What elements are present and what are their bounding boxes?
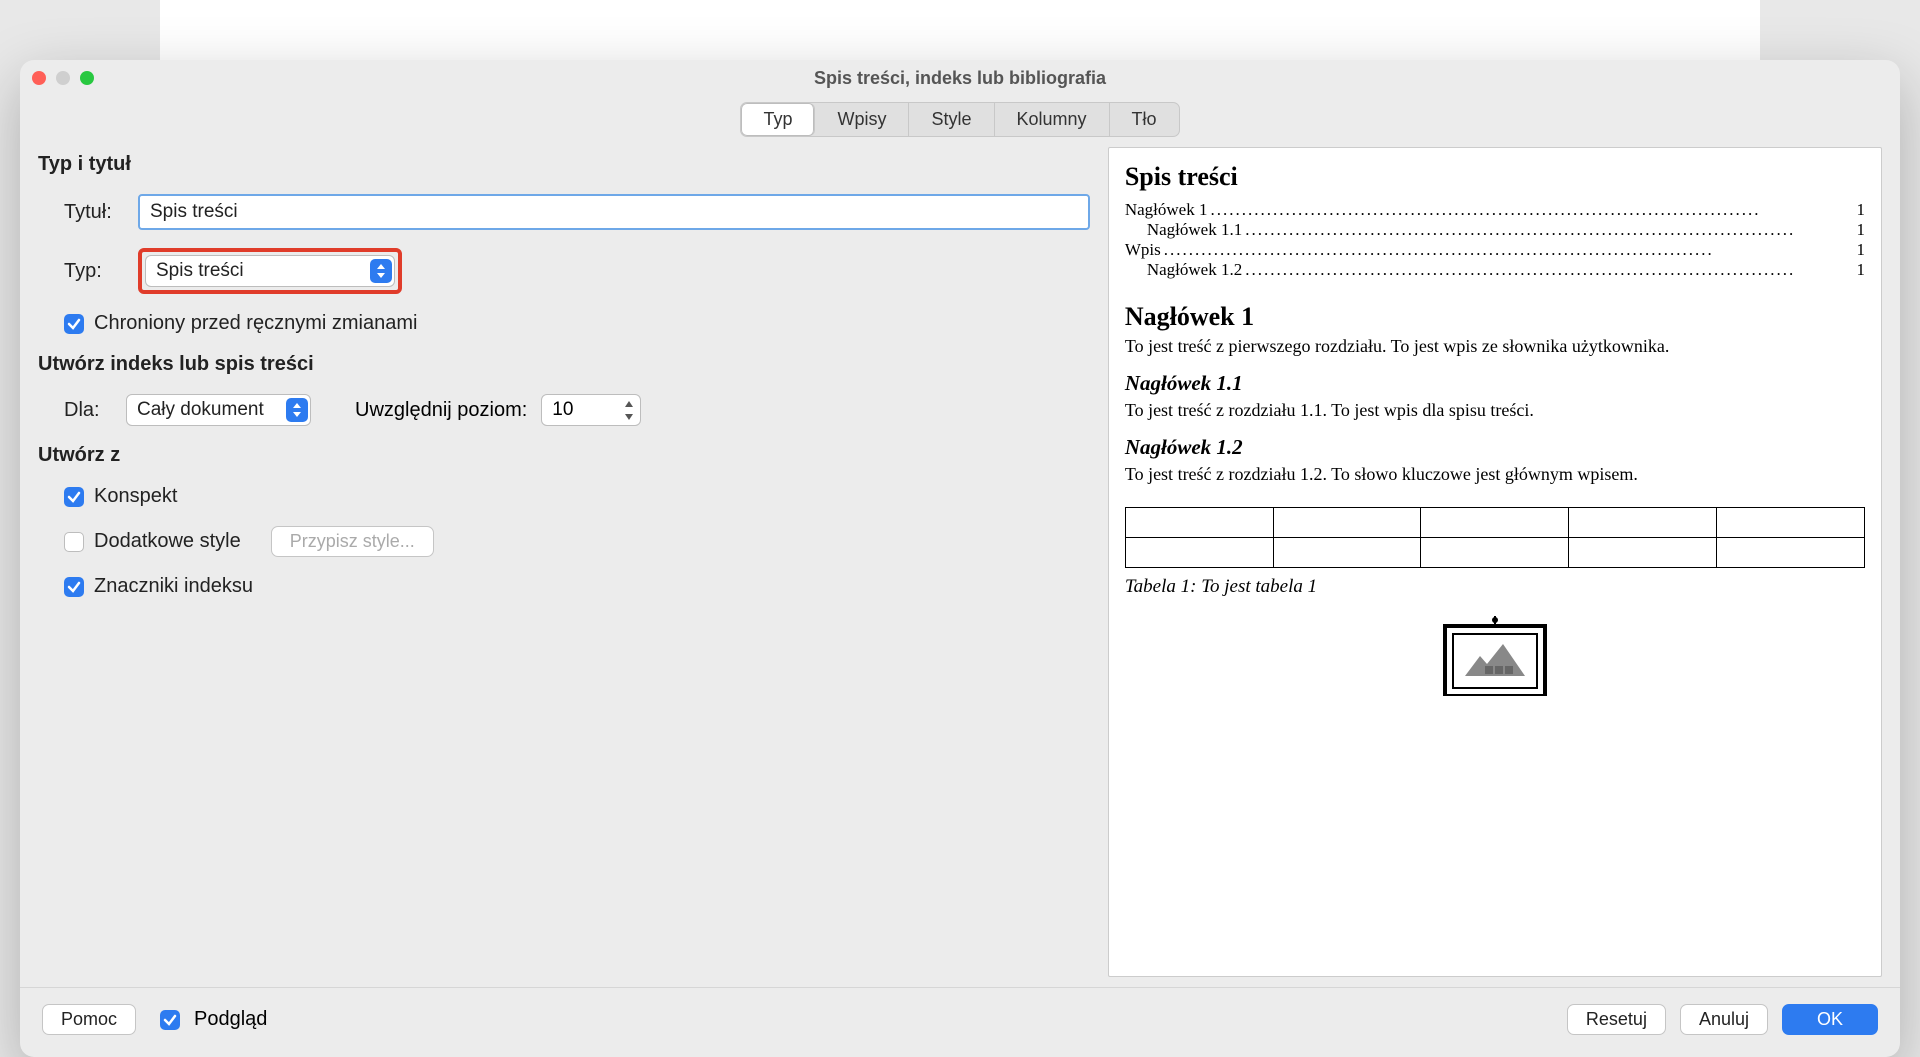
- section-create-from: Utwórz z: [38, 444, 1090, 467]
- help-button[interactable]: Pomoc: [42, 1004, 136, 1035]
- dialog-body: Typ i tytuł Tytuł: Typ: Spis treści: [20, 147, 1900, 987]
- additional-styles-row: Dodatkowe style Przypisz style...: [38, 526, 1090, 557]
- form-column: Typ i tytuł Tytuł: Typ: Spis treści: [38, 147, 1090, 977]
- footer-left-group: Pomoc Podgląd: [42, 1004, 267, 1035]
- preview-toc-line: Nagłówek 1.2 ...........................…: [1125, 260, 1865, 280]
- include-level-label: Uwzględnij poziom:: [355, 399, 527, 422]
- preview-heading-1-1: Nagłówek 1.1: [1125, 371, 1865, 396]
- preview-pane: Spis treści Nagłówek 1 .................…: [1108, 147, 1882, 977]
- type-select-highlight: Spis treści: [138, 248, 402, 294]
- protect-checkbox-row: Chroniony przed ręcznymi zmianami: [38, 312, 1090, 335]
- preview-toc-line: Nagłówek 1 .............................…: [1125, 200, 1865, 220]
- for-select[interactable]: Cały dokument: [126, 394, 311, 426]
- tab-style[interactable]: Style: [909, 103, 994, 136]
- chevron-updown-icon: [286, 398, 308, 422]
- protect-checkbox[interactable]: [64, 314, 84, 334]
- preview-paragraph: To jest treść z rozdziału 1.1. To jest w…: [1125, 400, 1865, 421]
- tab-kolumny[interactable]: Kolumny: [995, 103, 1110, 136]
- preview-heading-1: Nagłówek 1: [1125, 302, 1865, 332]
- section-type-and-title: Typ i tytuł: [38, 153, 1090, 176]
- preview-toggle-group: Podgląd: [160, 1008, 267, 1031]
- tab-bar: Typ Wpisy Style Kolumny Tło: [740, 102, 1179, 137]
- cancel-button[interactable]: Anuluj: [1680, 1004, 1768, 1035]
- index-marks-checkbox[interactable]: [64, 577, 84, 597]
- for-select-value: Cały dokument: [137, 399, 264, 421]
- type-select-value: Spis treści: [156, 260, 244, 282]
- assign-styles-button[interactable]: Przypisz style...: [271, 526, 434, 557]
- spinner-buttons: [620, 397, 638, 423]
- include-level-spinner[interactable]: 10: [541, 394, 641, 426]
- index-marks-label: Znaczniki indeksu: [94, 575, 253, 598]
- chevron-updown-icon: [370, 259, 392, 283]
- outline-checkbox-label: Konspekt: [94, 485, 177, 508]
- outline-checkbox-row: Konspekt: [38, 485, 1090, 508]
- title-label: Tytuł:: [64, 201, 124, 224]
- preview-heading-1-2: Nagłówek 1.2: [1125, 435, 1865, 460]
- outline-checkbox[interactable]: [64, 487, 84, 507]
- tabs-row: Typ Wpisy Style Kolumny Tło: [20, 96, 1900, 147]
- dialog-footer: Pomoc Podgląd Resetuj Anuluj OK: [20, 987, 1900, 1057]
- tab-tlo[interactable]: Tło: [1110, 103, 1179, 136]
- preview-paragraph: To jest treść z pierwszego rozdziału. To…: [1125, 336, 1865, 357]
- type-field-row: Typ: Spis treści: [38, 248, 1090, 294]
- preview-toc-line: Wpis ...................................…: [1125, 240, 1865, 260]
- type-select[interactable]: Spis treści: [145, 255, 395, 287]
- spinner-up-button[interactable]: [620, 397, 638, 410]
- preview-table-caption: Tabela 1: To jest tabela 1: [1125, 576, 1865, 598]
- type-label: Typ:: [64, 260, 124, 283]
- reset-button[interactable]: Resetuj: [1567, 1004, 1666, 1035]
- preview-toggle-label: Podgląd: [194, 1008, 267, 1031]
- preview-toc-title: Spis treści: [1125, 162, 1865, 192]
- additional-styles-checkbox[interactable]: [64, 532, 84, 552]
- preview-paragraph: To jest treść z rozdziału 1.2. To słowo …: [1125, 464, 1865, 485]
- preview-image-placeholder: [1125, 616, 1865, 696]
- preview-toggle-checkbox[interactable]: [160, 1010, 180, 1030]
- ok-button[interactable]: OK: [1782, 1004, 1878, 1035]
- title-field-row: Tytuł:: [38, 194, 1090, 230]
- tab-typ[interactable]: Typ: [741, 103, 815, 136]
- for-label: Dla:: [64, 399, 112, 422]
- protect-checkbox-label: Chroniony przed ręcznymi zmianami: [94, 312, 417, 335]
- footer-right-group: Resetuj Anuluj OK: [1567, 1004, 1878, 1035]
- title-input[interactable]: [138, 194, 1090, 230]
- preview-toc-line: Nagłówek 1.1 ...........................…: [1125, 220, 1865, 240]
- dialog-titlebar: Spis treści, indeks lub bibliografia: [20, 60, 1900, 96]
- index-marks-row: Znaczniki indeksu: [38, 575, 1090, 598]
- toc-dialog: Spis treści, indeks lub bibliografia Typ…: [20, 60, 1900, 1057]
- section-create-index: Utwórz indeks lub spis treści: [38, 353, 1090, 376]
- preview-table: [1125, 507, 1865, 568]
- include-level-group: Uwzględnij poziom: 10: [355, 394, 641, 426]
- additional-styles-label: Dodatkowe style: [94, 530, 241, 553]
- for-row: Dla: Cały dokument Uwzględnij poziom: 10: [38, 394, 1090, 426]
- spinner-down-button[interactable]: [620, 410, 638, 423]
- tab-wpisy[interactable]: Wpisy: [815, 103, 909, 136]
- dialog-title: Spis treści, indeks lub bibliografia: [20, 68, 1900, 89]
- include-level-value: 10: [552, 399, 573, 421]
